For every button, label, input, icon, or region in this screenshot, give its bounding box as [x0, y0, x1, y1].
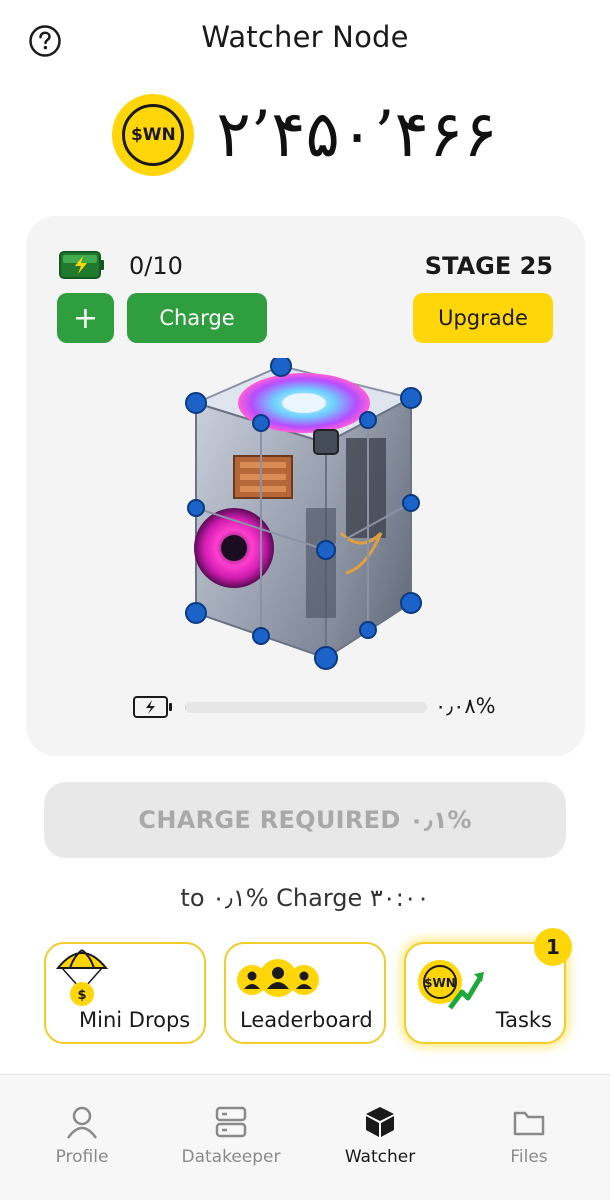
parachute-coin-icon: $: [56, 949, 108, 1006]
battery-charging-icon: [133, 696, 172, 718]
mini-drops-tile[interactable]: $ Mini Drops: [44, 942, 206, 1044]
stage-label: STAGE 25: [424, 252, 553, 280]
coin-arrow-icon: $WN: [418, 960, 484, 1010]
node-cube-image: [185, 358, 422, 670]
bottom-nav: Profile Datakeeper Watcher Files: [0, 1075, 610, 1200]
nav-label-files: Files: [510, 1147, 548, 1167]
nav-label-datakeeper: Datakeeper: [181, 1147, 281, 1167]
add-energy-button[interactable]: +: [57, 293, 114, 343]
nav-item-watcher[interactable]: Watcher: [305, 1105, 455, 1167]
tasks-badge: 1: [534, 928, 572, 966]
tasks-label: Tasks: [495, 1008, 552, 1032]
battery-full-icon: [59, 251, 104, 279]
people-icon: [237, 959, 319, 997]
charge-required-button[interactable]: CHARGE REQUIRED ۰٫۱%: [44, 782, 566, 858]
upgrade-button[interactable]: Upgrade: [413, 293, 553, 343]
leaderboard-tile[interactable]: Leaderboard: [224, 942, 386, 1044]
leaderboard-label: Leaderboard: [240, 1008, 373, 1032]
charge-button[interactable]: Charge: [127, 293, 267, 343]
user-icon: [66, 1106, 98, 1139]
svg-text:$: $: [77, 988, 86, 1003]
nav-label-profile: Profile: [55, 1147, 109, 1167]
page-title: Watcher Node: [201, 20, 409, 54]
nav-label-watcher: Watcher: [344, 1147, 416, 1167]
nav-item-files[interactable]: Files: [454, 1105, 604, 1167]
wn-coin-icon: $WN: [112, 94, 195, 176]
mini-drops-label: Mini Drops: [79, 1008, 191, 1032]
charge-timer: to ۰٫۱% Charge ۳۰:۰۰: [180, 884, 430, 912]
balance-display: $WN ۲’۴۵۰’۴۶۶: [0, 92, 610, 178]
progress-percent: ۰٫۰۸%: [435, 694, 496, 718]
energy-count: 0/10: [129, 252, 183, 280]
node-card: 0/10 STAGE 25 + Charge Upgrade ۰٫۰۸%: [26, 216, 585, 756]
server-icon: [215, 1106, 247, 1138]
folder-icon: [513, 1111, 545, 1136]
charge-progress: ۰٫۰۸%: [133, 694, 496, 720]
coin-label: $WN: [122, 104, 185, 166]
svg-text:$WN: $WN: [424, 976, 456, 990]
progress-bar: [185, 702, 427, 713]
tasks-tile[interactable]: $WN Tasks 1: [404, 928, 572, 1044]
cube-icon: [366, 1107, 394, 1137]
balance-value: ۲’۴۵۰’۴۶۶: [216, 98, 498, 172]
watcher-node-screen: Watcher Node $WN ۲’۴۵۰’۴۶۶ 0/10 STAGE 25…: [0, 0, 610, 1200]
nav-item-profile[interactable]: Profile: [7, 1105, 157, 1167]
nav-item-datakeeper[interactable]: Datakeeper: [156, 1105, 306, 1167]
